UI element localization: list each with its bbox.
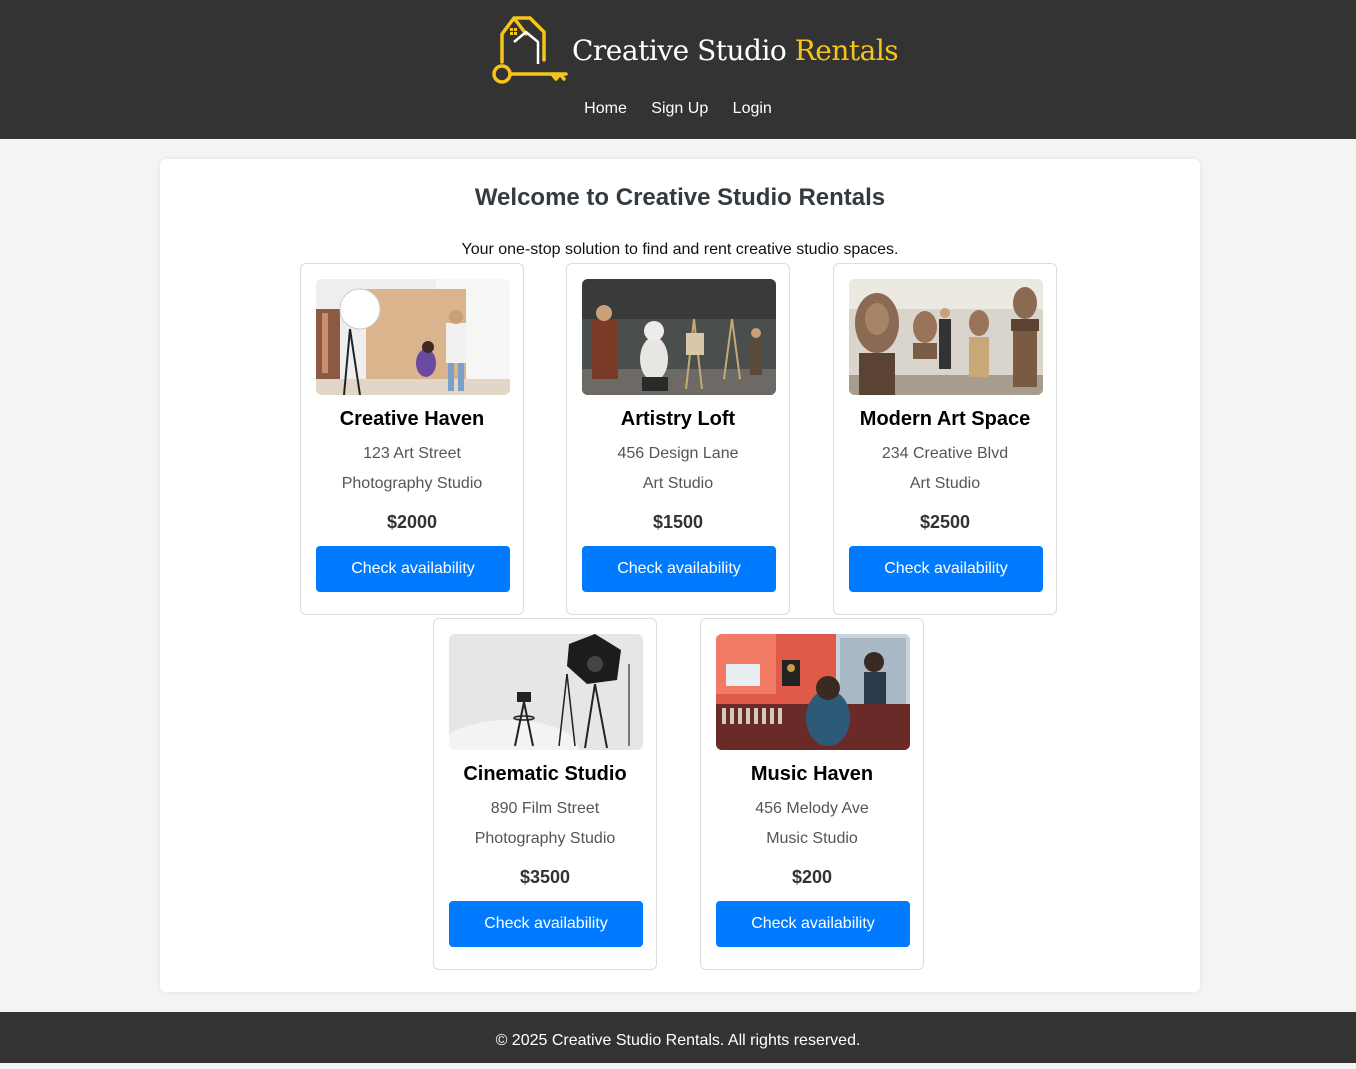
site-footer: © 2025 Creative Studio Rentals. All righ… xyxy=(0,1012,1356,1063)
brand-name: Creative Studio Rentals xyxy=(572,33,899,67)
studio-address: 456 Melody Ave xyxy=(755,800,869,817)
photo-studio-photo xyxy=(316,279,510,395)
studio-card: Music Haven 456 Melody Ave Music Studio … xyxy=(700,618,924,970)
studio-type: Music Studio xyxy=(766,830,858,847)
studio-card: Cinematic Studio 890 Film Street Photogr… xyxy=(433,618,657,970)
studio-address: 123 Art Street xyxy=(363,445,461,462)
studio-card: Artistry Loft 456 Design Lane Art Studio… xyxy=(566,263,790,615)
studio-price: $200 xyxy=(791,867,833,887)
studio-card: Modern Art Space 234 Creative Blvd Art S… xyxy=(833,263,1057,615)
studio-name: Music Haven xyxy=(750,763,874,785)
studio-address: 234 Creative Blvd xyxy=(881,445,1009,462)
check-availability-button[interactable]: Check availability xyxy=(316,546,510,592)
studio-type: Photography Studio xyxy=(341,475,483,492)
studio-price: $2000 xyxy=(386,512,438,532)
studio-address: 890 Film Street xyxy=(490,800,600,817)
studio-price: $2500 xyxy=(919,512,971,532)
studio-type: Art Studio xyxy=(642,475,714,492)
lighting-studio-photo xyxy=(449,634,643,750)
studio-type: Art Studio xyxy=(909,475,981,492)
brand-name-primary: Creative Studio xyxy=(572,33,787,67)
recording-studio-photo xyxy=(716,634,910,750)
brand-name-accent: Rentals xyxy=(794,33,899,67)
studio-type: Photography Studio xyxy=(474,830,616,847)
page-subtitle: Your one-stop solution to find and rent … xyxy=(461,241,899,258)
studio-card: Creative Haven 123 Art Street Photograph… xyxy=(300,263,524,615)
studio-name: Modern Art Space xyxy=(859,408,1031,430)
check-availability-button[interactable]: Check availability xyxy=(716,901,910,947)
site-header: Creative Studio Rentals Home Sign Up Log… xyxy=(0,0,1356,139)
art-loft-photo xyxy=(582,279,776,395)
brand-logo[interactable]: Creative Studio Rentals xyxy=(488,14,899,86)
studio-name: Creative Haven xyxy=(339,408,485,430)
nav-login-link[interactable]: Login xyxy=(733,100,772,117)
studio-name: Artistry Loft xyxy=(620,408,736,430)
check-availability-button[interactable]: Check availability xyxy=(582,546,776,592)
main-nav: Home Sign Up Login xyxy=(0,100,1356,118)
check-availability-button[interactable]: Check availability xyxy=(849,546,1043,592)
studio-price: $3500 xyxy=(519,867,571,887)
main-content: Welcome to Creative Studio Rentals Your … xyxy=(160,159,1200,992)
studio-address: 456 Design Lane xyxy=(617,445,739,462)
house-key-icon xyxy=(492,16,568,84)
sculpture-studio-photo xyxy=(849,279,1043,395)
page-title: Welcome to Creative Studio Rentals xyxy=(474,184,886,211)
nav-home-link[interactable]: Home xyxy=(584,100,627,117)
studio-price: $1500 xyxy=(652,512,704,532)
copyright-text: © 2025 Creative Studio Rentals. All righ… xyxy=(495,1032,861,1049)
check-availability-button[interactable]: Check availability xyxy=(449,901,643,947)
studio-name: Cinematic Studio xyxy=(463,763,627,785)
nav-signup-link[interactable]: Sign Up xyxy=(651,100,708,117)
